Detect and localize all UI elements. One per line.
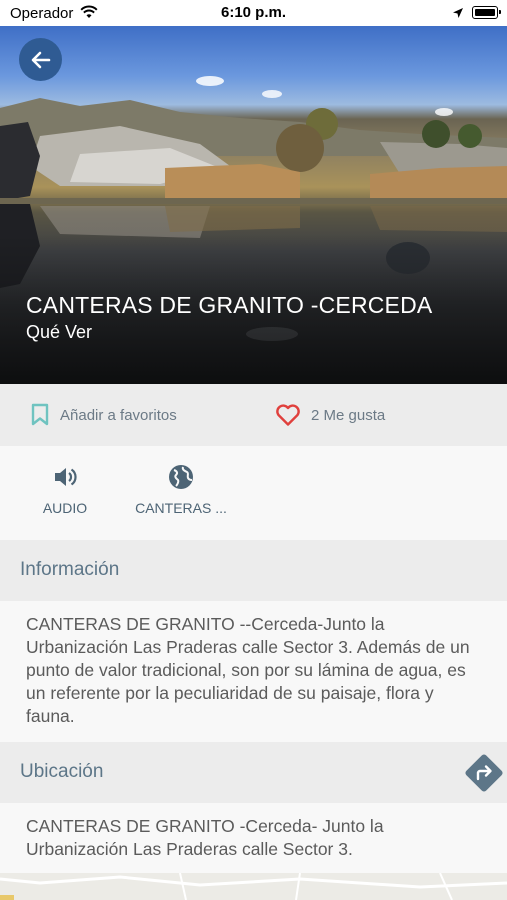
page-title: CANTERAS DE GRANITO -CERCEDA bbox=[26, 292, 433, 318]
media-row: AUDIO CANTERAS ... bbox=[0, 446, 507, 540]
hero-image: CANTERAS DE GRANITO -CERCEDA Qué Ver bbox=[0, 26, 507, 384]
directions-button[interactable] bbox=[463, 752, 505, 794]
globe-icon bbox=[169, 465, 193, 489]
add-favorites-label: Añadir a favoritos bbox=[60, 406, 177, 424]
information-text: CANTERAS DE GRANITO --Cerceda-Junto la U… bbox=[0, 601, 507, 742]
arrow-left-icon bbox=[31, 51, 50, 68]
location-title: Ubicación bbox=[20, 761, 104, 782]
location-text: CANTERAS DE GRANITO -Cerceda- Junto la U… bbox=[0, 803, 507, 873]
bookmark-icon bbox=[31, 403, 49, 426]
map-roads bbox=[0, 873, 507, 900]
speaker-icon bbox=[55, 468, 77, 486]
add-favorites-button[interactable]: Añadir a favoritos bbox=[30, 384, 177, 446]
map-preview[interactable] bbox=[0, 873, 507, 900]
status-bar: Operador 6:10 p.m. bbox=[0, 0, 507, 26]
location-header: Ubicación bbox=[0, 742, 507, 803]
battery-icon bbox=[472, 6, 501, 19]
category-label: Qué Ver bbox=[26, 322, 93, 342]
website-button[interactable]: CANTERAS ... bbox=[124, 464, 238, 516]
heart-icon bbox=[276, 404, 300, 426]
actions-row: Añadir a favoritos 2 Me gusta bbox=[0, 384, 507, 446]
audio-button[interactable]: AUDIO bbox=[34, 464, 96, 516]
website-label: CANTERAS ... bbox=[135, 500, 227, 516]
clock: 6:10 p.m. bbox=[220, 4, 287, 21]
audio-label: AUDIO bbox=[42, 500, 88, 516]
information-title: Información bbox=[20, 559, 120, 580]
like-button[interactable]: 2 Me gusta bbox=[275, 384, 385, 446]
like-count-label: 2 Me gusta bbox=[311, 406, 386, 424]
information-header: Información bbox=[0, 540, 507, 601]
directions-icon bbox=[465, 754, 503, 792]
location-arrow-icon bbox=[452, 6, 464, 24]
back-button[interactable] bbox=[19, 38, 62, 81]
